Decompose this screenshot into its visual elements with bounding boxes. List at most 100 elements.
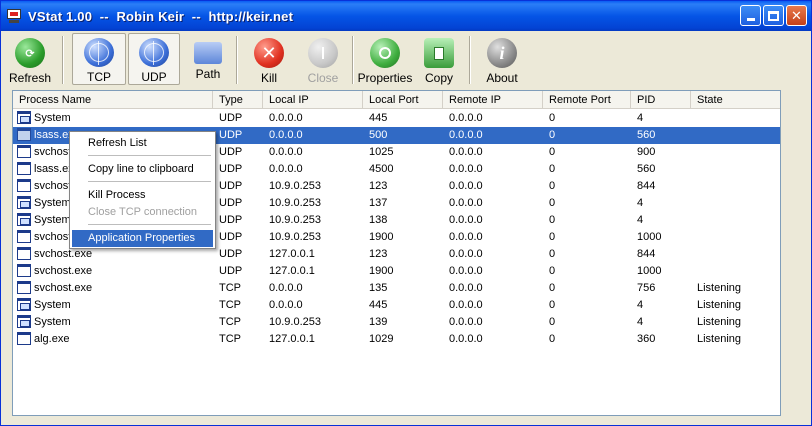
toolbar-separator	[469, 36, 471, 84]
copy-icon	[424, 38, 454, 68]
cell-remote-port: 0	[549, 112, 556, 124]
cell-pid: 560	[637, 163, 656, 175]
cell-local-ip: 0.0.0.0	[269, 282, 303, 294]
cell-remote-port: 0	[549, 231, 556, 243]
properties-button[interactable]: Properties	[358, 34, 412, 86]
cell-type: UDP	[219, 180, 243, 192]
column-header-process-name[interactable]: Process Name	[13, 91, 213, 109]
cell-remote-port: 0	[549, 265, 556, 277]
cell-remote-port: 0	[549, 180, 556, 192]
menu-separator	[88, 181, 211, 182]
about-button[interactable]: i About	[480, 34, 524, 86]
menu-separator	[88, 224, 211, 225]
cell-local-ip: 10.9.0.253	[269, 214, 321, 226]
close-window-button[interactable]: ✕	[786, 5, 807, 26]
copy-button[interactable]: Copy	[418, 34, 460, 86]
cell-state: Listening	[697, 333, 742, 345]
cell-state: Listening	[697, 299, 742, 311]
close-connection-button[interactable]: Close	[302, 34, 344, 86]
udp-button[interactable]: UDP	[128, 33, 180, 85]
cell-remote-ip: 0.0.0.0	[449, 163, 483, 175]
cell-state	[691, 110, 780, 127]
table-row[interactable]: svchost.exe UDP 127.0.0.1 1900 0.0.0.0 0 1000	[13, 263, 780, 280]
cell-remote-ip: 0.0.0.0	[449, 180, 483, 192]
cell-pid: 756	[637, 282, 656, 294]
process-icon	[17, 145, 31, 158]
cell-remote-ip: 0.0.0.0	[449, 282, 483, 294]
cell-local-ip: 127.0.0.1	[269, 265, 315, 277]
column-header-type[interactable]: Type	[213, 91, 263, 109]
cell-pid: 360	[637, 333, 656, 345]
maximize-icon	[768, 10, 779, 21]
cell-local-port: 1029	[369, 333, 394, 345]
cell-pid: 1000	[637, 231, 662, 243]
cell-state	[691, 246, 780, 263]
tcp-button[interactable]: TCP	[72, 33, 126, 85]
menu-item-copy-line[interactable]: Copy line to clipboard	[72, 161, 213, 178]
column-header-local-port[interactable]: Local Port	[363, 91, 443, 109]
process-icon	[17, 332, 31, 345]
toolbar-separator	[62, 36, 64, 84]
globe-icon	[84, 38, 114, 67]
process-icon	[17, 230, 31, 243]
process-icon	[17, 213, 31, 226]
cell-remote-ip: 0.0.0.0	[449, 299, 483, 311]
column-header-remote-port[interactable]: Remote Port	[543, 91, 631, 109]
cell-remote-port: 0	[549, 333, 556, 345]
table-row[interactable]: alg.exe TCP 127.0.0.1 1029 0.0.0.0 0 360 Listen…	[13, 331, 780, 348]
cell-process-name: svchost.exe	[34, 265, 93, 277]
cell-remote-ip: 0.0.0.0	[449, 197, 483, 209]
menu-item-refresh-list[interactable]: Refresh List	[72, 135, 213, 152]
cell-local-ip: 10.9.0.253	[269, 316, 321, 328]
cell-remote-port: 0	[549, 163, 556, 175]
minimize-icon	[746, 18, 755, 21]
column-header-remote-ip[interactable]: Remote IP	[443, 91, 543, 109]
cell-remote-port: 0	[549, 146, 556, 158]
cell-remote-port: 0	[549, 214, 556, 226]
cell-remote-port: 0	[549, 129, 556, 141]
cell-local-port: 1900	[369, 265, 394, 277]
cell-type: UDP	[219, 112, 243, 124]
context-menu: Refresh List Copy line to clipboard Kill…	[69, 131, 216, 249]
cell-state: Listening	[697, 316, 742, 328]
cell-remote-ip: 0.0.0.0	[449, 112, 483, 124]
table-row[interactable]: System TCP 0.0.0.0 445 0.0.0.0 0 4 Listening	[13, 297, 780, 314]
menu-item-kill-process[interactable]: Kill Process	[72, 187, 213, 204]
toolbar-separator	[236, 36, 238, 84]
kill-button[interactable]: ✕ Kill	[248, 34, 290, 86]
cell-remote-ip: 0.0.0.0	[449, 146, 483, 158]
cell-local-port: 139	[369, 316, 388, 328]
cell-local-ip: 0.0.0.0	[269, 299, 303, 311]
close-label: Close	[307, 71, 339, 85]
process-icon	[17, 196, 31, 209]
process-icon	[17, 179, 31, 192]
table-row[interactable]: System UDP 0.0.0.0 445 0.0.0.0 0 4	[13, 110, 780, 127]
column-header-state[interactable]: State	[691, 91, 780, 109]
title-bar[interactable]: VStat 1.00 -- Robin Keir -- http://keir.…	[1, 1, 811, 31]
table-row[interactable]: System TCP 10.9.0.253 139 0.0.0.0 0 4 Listening	[13, 314, 780, 331]
cell-pid: 4	[637, 316, 644, 328]
menu-item-close-tcp-connection[interactable]: Close TCP connection	[72, 204, 213, 221]
cell-remote-ip: 0.0.0.0	[449, 231, 483, 243]
cell-process-name: alg.exe	[34, 333, 70, 345]
cell-state	[691, 144, 780, 161]
cell-remote-ip: 0.0.0.0	[449, 248, 483, 260]
cell-remote-port: 0	[549, 299, 556, 311]
minimize-button[interactable]	[740, 5, 761, 26]
column-header-local-ip[interactable]: Local IP	[263, 91, 363, 109]
refresh-button[interactable]: ⟳ Refresh	[8, 34, 52, 86]
table-row[interactable]: svchost.exe TCP 0.0.0.0 135 0.0.0.0 0 756 Liste…	[13, 280, 780, 297]
process-icon	[17, 281, 31, 294]
cell-state	[691, 229, 780, 246]
process-icon	[17, 264, 31, 277]
process-icon	[17, 128, 31, 141]
cell-type: TCP	[219, 299, 241, 311]
column-header-pid[interactable]: PID	[631, 91, 691, 109]
maximize-button[interactable]	[763, 5, 784, 26]
app-icon[interactable]	[6, 8, 22, 24]
menu-item-application-properties[interactable]: Application Properties	[72, 230, 213, 247]
cell-remote-port: 0	[549, 197, 556, 209]
cell-local-port: 1025	[369, 146, 394, 158]
path-label: Path	[195, 67, 221, 81]
path-button[interactable]: Path	[185, 34, 231, 86]
